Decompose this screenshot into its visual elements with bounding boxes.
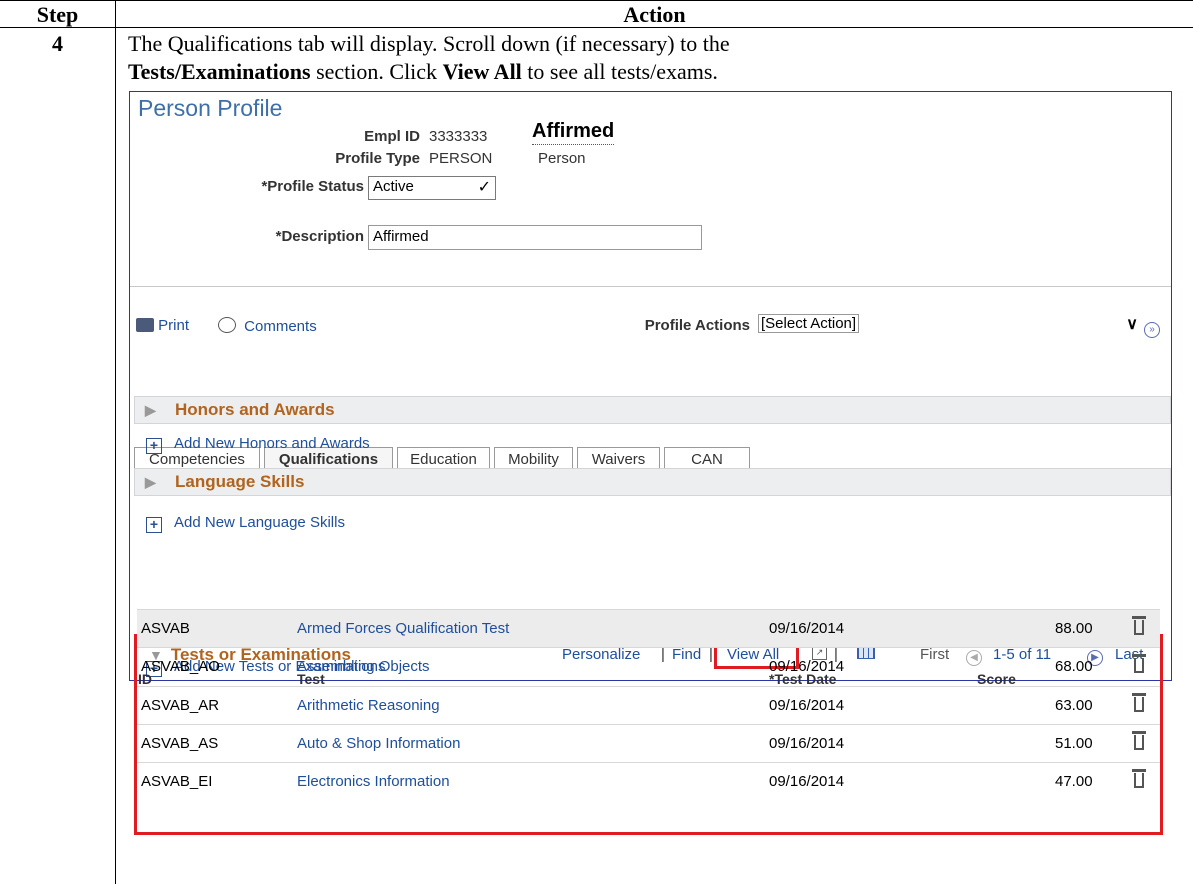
trash-icon[interactable]: [1132, 731, 1146, 751]
empl-id-value: 3333333: [429, 128, 488, 145]
row-id: ASVAB_EI: [141, 773, 213, 790]
language-section-title: Language Skills: [175, 472, 305, 491]
row-test-link[interactable]: Arithmetic Reasoning: [297, 697, 440, 714]
column-divider: [115, 0, 116, 884]
row-score: 88.00: [1055, 620, 1093, 637]
row-test-link[interactable]: Assembling Objects: [297, 658, 430, 675]
plus-icon: +: [146, 438, 162, 454]
row-score: 47.00: [1055, 773, 1093, 790]
table-row: ASVAB_AR Arithmetic Reasoning 09/16/2014…: [137, 686, 1160, 724]
comment-bubble-icon: [218, 317, 236, 333]
instruction-bold-viewall: View All: [442, 59, 522, 84]
go-actions-button[interactable]: »: [1144, 317, 1160, 338]
profile-type-value: PERSON: [429, 150, 493, 167]
row-date: 09/16/2014: [769, 658, 845, 675]
row-test-link[interactable]: Auto & Shop Information: [297, 735, 460, 752]
instruction-bold-section: Tests/Examinations: [128, 59, 311, 84]
row-score: 51.00: [1055, 735, 1093, 752]
step-number: 4: [52, 31, 63, 56]
profile-actions-select[interactable]: [Select Action] ∨: [754, 314, 1142, 338]
row-score: 68.00: [1055, 658, 1093, 675]
row-date: 09/16/2014: [769, 735, 845, 752]
profile-actions-label: Profile Actions: [644, 317, 750, 334]
row-test-link[interactable]: Electronics Information: [297, 773, 450, 790]
trash-icon[interactable]: [1132, 693, 1146, 713]
profile-status-select[interactable]: Active ✓: [368, 176, 496, 200]
row-id: ASVAB: [141, 620, 190, 637]
row-date: 09/16/2014: [769, 620, 845, 637]
profile-type-description: Person: [538, 150, 586, 167]
action-column-header: Action: [623, 2, 686, 27]
table-header-row: Step Action: [0, 0, 1193, 28]
row-id: ASVAB_AR: [141, 697, 220, 714]
instruction-line1: The Qualifications tab will display. Scr…: [128, 31, 730, 56]
add-language-label: Add New Language Skills: [174, 514, 345, 531]
instruction-end: to see all tests/exams.: [521, 59, 718, 84]
row-date: 09/16/2014: [769, 697, 845, 714]
print-button[interactable]: Print: [136, 317, 189, 334]
empl-id-label: Empl ID: [364, 128, 420, 145]
double-chevron-right-icon: »: [1144, 322, 1160, 338]
language-section-header[interactable]: ▶ Language Skills: [134, 468, 1171, 496]
description-label: *Description: [275, 228, 364, 245]
step-instruction: The Qualifications tab will display. Scr…: [128, 30, 1178, 86]
divider: [130, 286, 1171, 287]
table-row: ASVAB_EI Electronics Information 09/16/2…: [137, 762, 1160, 800]
step-column-header: Step: [36, 2, 79, 27]
person-profile-screenshot: Person Profile Empl ID 3333333 Affirmed …: [129, 91, 1172, 681]
row-id: ASVAB_AS: [141, 735, 219, 752]
profile-status-label: *Profile Status: [261, 178, 364, 195]
profile-status-value: Active: [373, 178, 414, 195]
trash-icon[interactable]: [1132, 616, 1146, 636]
table-row: ASVAB Armed Forces Qualification Test 09…: [137, 609, 1160, 647]
plus-icon: +: [146, 517, 162, 533]
comments-button[interactable]: Comments: [218, 317, 317, 335]
row-score: 63.00: [1055, 697, 1093, 714]
profile-actions-value: [Select Action]: [758, 314, 860, 333]
table-row: ASVAB_AS Auto & Shop Information 09/16/2…: [137, 724, 1160, 762]
chevron-down-icon: ∨: [1126, 316, 1138, 333]
row-test-link[interactable]: Armed Forces Qualification Test: [297, 620, 509, 637]
trash-icon[interactable]: [1132, 769, 1146, 789]
page-title: Person Profile: [138, 95, 283, 121]
chevron-down-icon: ✓: [477, 179, 491, 196]
add-honors-link[interactable]: + Add New Honors and Awards: [146, 435, 370, 454]
description-input[interactable]: Affirmed: [368, 225, 702, 250]
instruction-mid: section. Click: [310, 59, 443, 84]
employee-name: Affirmed: [532, 120, 615, 145]
table-row: ASVAB_AO Assembling Objects 09/16/2014 6…: [137, 647, 1160, 685]
print-label: Print: [158, 317, 190, 334]
add-language-link[interactable]: + Add New Language Skills: [146, 514, 345, 533]
triangle-right-icon: ▶: [145, 402, 156, 418]
printer-icon: [136, 318, 154, 332]
triangle-right-icon: ▶: [145, 474, 156, 490]
row-date: 09/16/2014: [769, 773, 845, 790]
honors-section-header[interactable]: ▶ Honors and Awards: [134, 396, 1171, 424]
trash-icon[interactable]: [1132, 654, 1146, 674]
profile-type-label: Profile Type: [335, 150, 420, 167]
comments-label: Comments: [244, 318, 317, 335]
honors-section-title: Honors and Awards: [175, 400, 335, 419]
row-id: ASVAB_AO: [141, 658, 220, 675]
add-honors-label: Add New Honors and Awards: [174, 435, 370, 452]
